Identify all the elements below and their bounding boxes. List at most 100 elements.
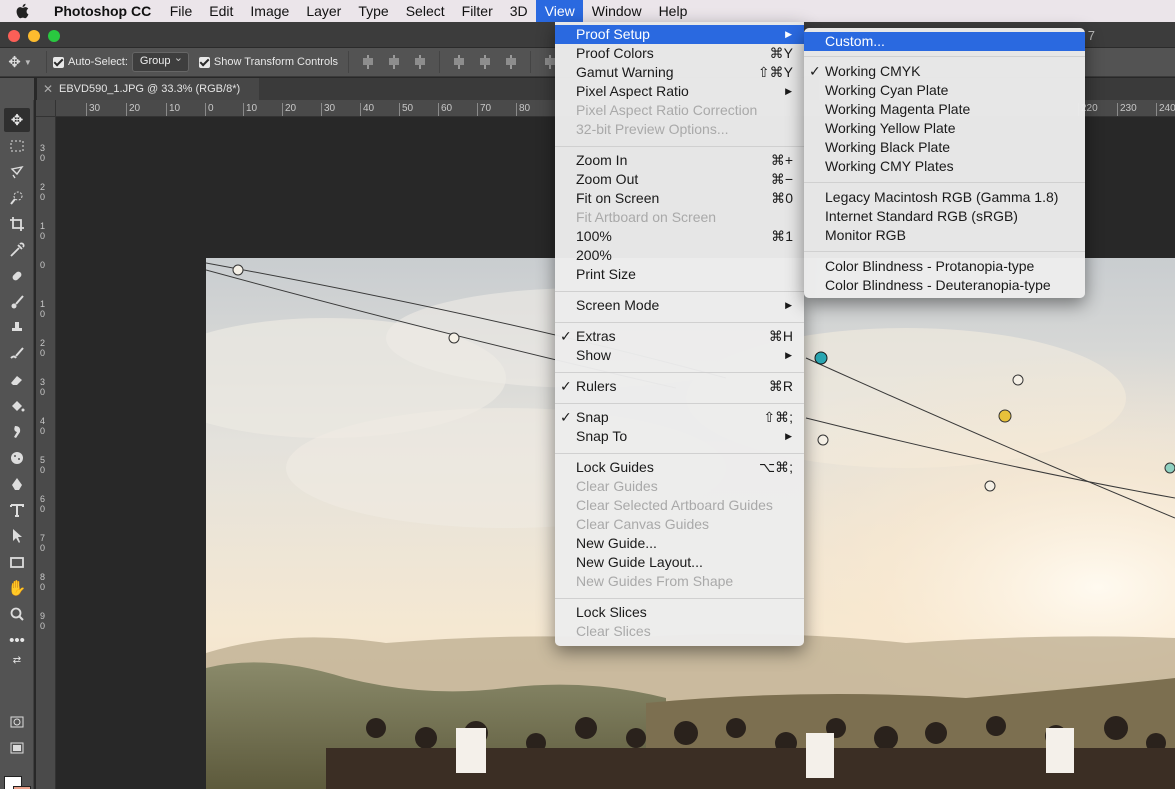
menu-type[interactable]: Type — [350, 0, 397, 22]
ruler-tick-label: 2 — [40, 182, 46, 192]
rectangle-tool-icon[interactable] — [4, 550, 30, 574]
menu-item-legacy-macintosh-rgb[interactable]: Legacy Macintosh RGB (Gamma 1.8) — [804, 188, 1085, 207]
menu-item-working-magenta-plate[interactable]: Working Magenta Plate — [804, 100, 1085, 119]
menu-item-rulers[interactable]: ✓ Rulers ⌘R — [555, 377, 804, 396]
menu-separator — [555, 598, 804, 599]
menu-layer[interactable]: Layer — [298, 0, 350, 22]
zoom-tool-icon[interactable] — [4, 602, 30, 626]
menu-item-working-yellow-plate[interactable]: Working Yellow Plate — [804, 119, 1085, 138]
align-bottom-edges-icon[interactable] — [413, 55, 427, 69]
window-minimize-button[interactable] — [28, 30, 40, 42]
clone-stamp-tool-icon[interactable] — [4, 316, 30, 340]
app-name-menu[interactable]: Photoshop CC — [44, 3, 161, 19]
swap-colors-icon[interactable]: ⇄ — [4, 652, 30, 668]
menu-item-snap[interactable]: ✓ Snap ⇧⌘; — [555, 408, 804, 427]
menu-item-show[interactable]: Show ▶ — [555, 346, 804, 365]
eyedropper-tool-icon[interactable] — [4, 238, 30, 262]
type-tool-icon[interactable] — [4, 498, 30, 522]
menu-item-label: Clear Slices — [576, 623, 651, 639]
quick-mask-icon[interactable] — [4, 710, 30, 734]
show-transform-label: Show Transform Controls — [213, 56, 339, 68]
ruler-origin-corner[interactable] — [36, 100, 56, 117]
show-transform-checkbox[interactable] — [198, 56, 210, 68]
menu-item-deuteranopia[interactable]: Color Blindness - Deuteranopia-type — [804, 276, 1085, 295]
crop-tool-icon[interactable] — [4, 212, 30, 236]
menu-item-shortcut: ⌘Y — [769, 45, 793, 61]
menu-item-200-percent[interactable]: 200% — [555, 246, 804, 265]
menu-item-pixel-aspect-ratio[interactable]: Pixel Aspect Ratio ▶ — [555, 82, 804, 101]
window-close-button[interactable] — [8, 30, 20, 42]
auto-select-checkbox[interactable] — [53, 56, 64, 68]
menu-window[interactable]: Window — [583, 0, 650, 22]
checkmark-icon: ✓ — [560, 378, 572, 394]
screen-mode-icon[interactable] — [4, 736, 30, 760]
menu-item-custom[interactable]: Custom... — [804, 32, 1085, 51]
menu-item-zoom-in[interactable]: Zoom In ⌘+ — [555, 151, 804, 170]
menu-item-working-cmyk[interactable]: ✓ Working CMYK — [804, 62, 1085, 81]
menu-item-zoom-out[interactable]: Zoom Out ⌘− — [555, 170, 804, 189]
apple-logo-icon[interactable] — [0, 0, 44, 22]
menu-item-working-black-plate[interactable]: Working Black Plate — [804, 138, 1085, 157]
quick-selection-tool-icon[interactable] — [4, 186, 30, 210]
healing-brush-tool-icon[interactable] — [4, 264, 30, 288]
menu-item-new-guide-layout[interactable]: New Guide Layout... — [555, 553, 804, 572]
menu-item-screen-mode[interactable]: Screen Mode ▶ — [555, 296, 804, 315]
menu-item-new-guide[interactable]: New Guide... — [555, 534, 804, 553]
window-zoom-button[interactable] — [48, 30, 60, 42]
menu-select[interactable]: Select — [397, 0, 453, 22]
align-horizontal-centers-icon[interactable] — [478, 55, 492, 69]
eraser-tool-icon[interactable] — [4, 368, 30, 392]
menu-item-proof-setup[interactable]: Proof Setup ▶ — [555, 25, 804, 44]
menu-item-monitor-rgb[interactable]: Monitor RGB — [804, 226, 1085, 245]
menu-item-internet-standard-rgb[interactable]: Internet Standard RGB (sRGB) — [804, 207, 1085, 226]
menu-file[interactable]: File — [161, 0, 201, 22]
menu-edit[interactable]: Edit — [201, 0, 242, 22]
auto-select-dropdown[interactable]: Group — [131, 51, 189, 72]
toolbar-header — [0, 78, 34, 100]
menu-item-label: Monitor RGB — [825, 227, 906, 243]
ruler-tick-label: 0 — [40, 348, 46, 358]
hand-tool-icon[interactable]: ✋ — [4, 576, 30, 600]
menu-view[interactable]: View — [536, 0, 584, 22]
menu-item-shortcut: ⌘+ — [770, 152, 793, 168]
close-tab-icon[interactable]: ✕ — [37, 82, 59, 96]
menu-item-proof-colors[interactable]: Proof Colors ⌘Y — [555, 44, 804, 63]
menu-item-lock-guides[interactable]: Lock Guides ⌥⌘; — [555, 458, 804, 477]
align-left-edges-icon[interactable] — [452, 55, 466, 69]
path-selection-tool-icon[interactable] — [4, 524, 30, 548]
menu-3d[interactable]: 3D — [501, 0, 536, 22]
menu-item-working-cmy-plates[interactable]: Working CMY Plates — [804, 157, 1085, 176]
smudge-tool-icon[interactable] — [4, 420, 30, 444]
move-tool-icon[interactable]: ✥ — [4, 108, 30, 132]
ruler-tick-label: 0 — [40, 426, 46, 436]
menu-item-protanopia[interactable]: Color Blindness - Protanopia-type — [804, 257, 1085, 276]
document-tab[interactable]: ✕ EBVD590_1.JPG @ 33.3% (RGB/8*) — [37, 78, 259, 100]
pen-tool-icon[interactable] — [4, 472, 30, 496]
align-right-edges-icon[interactable] — [504, 55, 518, 69]
paint-bucket-tool-icon[interactable] — [4, 394, 30, 418]
menu-image[interactable]: Image — [242, 0, 298, 22]
menu-item-label: Pixel Aspect Ratio — [576, 83, 689, 99]
menu-separator — [555, 146, 804, 147]
menu-item-snap-to[interactable]: Snap To ▶ — [555, 427, 804, 446]
align-vertical-centers-icon[interactable] — [387, 55, 401, 69]
history-brush-tool-icon[interactable] — [4, 342, 30, 366]
align-top-edges-icon[interactable] — [361, 55, 375, 69]
menu-item-lock-slices[interactable]: Lock Slices — [555, 603, 804, 622]
lasso-tool-icon[interactable] — [4, 160, 30, 184]
menu-item-extras[interactable]: ✓ Extras ⌘H — [555, 327, 804, 346]
menu-item-fit-on-screen[interactable]: Fit on Screen ⌘0 — [555, 189, 804, 208]
menu-item-gamut-warning[interactable]: Gamut Warning ⇧⌘Y — [555, 63, 804, 82]
more-tools-icon[interactable]: ••• — [4, 628, 30, 652]
rectangular-marquee-tool-icon[interactable] — [4, 134, 30, 158]
menu-item-100-percent[interactable]: 100% ⌘1 — [555, 227, 804, 246]
brush-tool-icon[interactable] — [4, 290, 30, 314]
move-tool-preset-icon[interactable]: ✥ ▼ — [0, 48, 40, 77]
menu-item-label: Proof Setup — [576, 26, 650, 42]
menu-item-clear-guides: Clear Guides — [555, 477, 804, 496]
menu-item-print-size[interactable]: Print Size — [555, 265, 804, 284]
menu-item-working-cyan-plate[interactable]: Working Cyan Plate — [804, 81, 1085, 100]
menu-help[interactable]: Help — [650, 0, 696, 22]
menu-filter[interactable]: Filter — [453, 0, 501, 22]
sponge-tool-icon[interactable] — [4, 446, 30, 470]
